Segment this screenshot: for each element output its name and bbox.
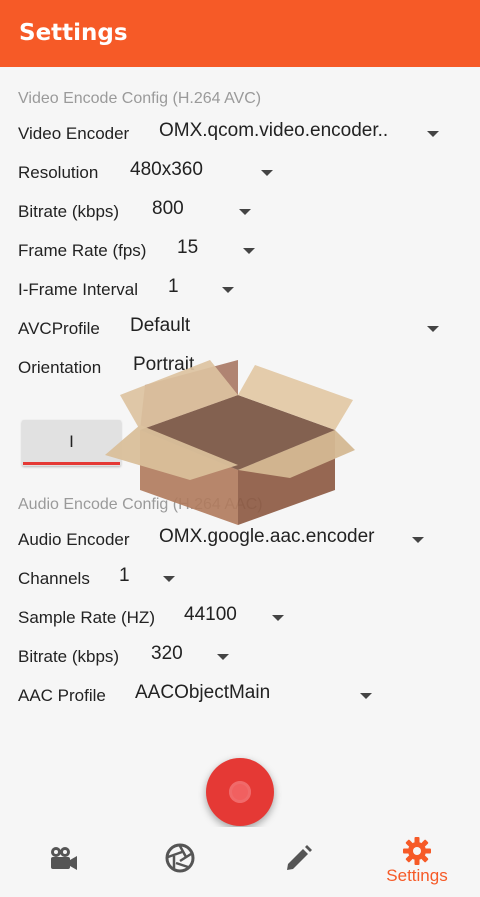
- audio-bitrate-value: 320: [151, 643, 183, 664]
- iframe-interval-row: I-Frame Interval 1: [0, 272, 480, 308]
- iframe-interval-spinner[interactable]: 1: [168, 272, 248, 308]
- chevron-down-icon: [427, 326, 439, 332]
- aac-profile-value: AACObjectMain: [135, 682, 271, 703]
- orientation-label: Orientation: [18, 358, 102, 377]
- gear-icon: [403, 837, 431, 865]
- chevron-down-icon: [412, 537, 424, 543]
- frame-rate-spinner[interactable]: 15: [177, 233, 267, 269]
- video-encoder-spinner[interactable]: OMX.qcom.video.encoder..: [159, 116, 444, 152]
- resolution-label: Resolution: [18, 163, 99, 182]
- sample-rate-label: Sample Rate (HZ): [18, 608, 155, 627]
- pencil-icon: [287, 845, 312, 870]
- page-title: Settings: [19, 20, 128, 46]
- nav-item-video[interactable]: [3, 827, 123, 897]
- avc-profile-label: AVCProfile: [18, 319, 100, 338]
- open-box-icon: [105, 360, 355, 525]
- record-button[interactable]: [206, 758, 274, 826]
- audio-encoder-value: OMX.google.aac.encoder: [159, 526, 375, 547]
- frame-rate-value: 15: [177, 237, 199, 258]
- nav-item-settings[interactable]: Settings: [357, 827, 477, 897]
- audio-bitrate-spinner[interactable]: 320: [151, 639, 236, 675]
- audio-encoder-spinner[interactable]: OMX.google.aac.encoder: [159, 522, 429, 558]
- video-bitrate-spinner[interactable]: 800: [152, 194, 262, 230]
- video-camera-icon: [51, 847, 77, 870]
- channels-label: Channels: [18, 569, 90, 588]
- chevron-down-icon: [243, 248, 255, 254]
- iframe-interval-label: I-Frame Interval: [18, 280, 138, 299]
- nav-item-camera[interactable]: [120, 827, 240, 897]
- video-bitrate-value: 800: [152, 198, 184, 219]
- chevron-down-icon: [272, 615, 284, 621]
- video-encoder-label: Video Encoder: [18, 124, 130, 143]
- bottom-nav: Settings: [0, 827, 480, 897]
- chevron-down-icon: [360, 693, 372, 699]
- video-encoder-value: OMX.qcom.video.encoder..: [159, 120, 389, 141]
- frame-rate-row: Frame Rate (fps) 15: [0, 233, 480, 269]
- resolution-row: Resolution 480x360: [0, 155, 480, 191]
- sample-rate-value: 44100: [184, 604, 237, 625]
- aac-profile-label: AAC Profile: [18, 686, 106, 705]
- video-section-header: Video Encode Config (H.264 AVC): [18, 90, 262, 107]
- sample-rate-spinner[interactable]: 44100: [184, 600, 289, 636]
- channels-row: Channels 1: [0, 561, 480, 597]
- video-bitrate-row: Bitrate (kbps) 800: [0, 194, 480, 230]
- chevron-down-icon: [222, 287, 234, 293]
- channels-spinner[interactable]: 1: [119, 561, 179, 597]
- sample-rate-row: Sample Rate (HZ) 44100: [0, 600, 480, 636]
- audio-bitrate-row: Bitrate (kbps) 320: [0, 639, 480, 675]
- camera-aperture-icon: [165, 843, 195, 873]
- nav-item-edit[interactable]: [238, 827, 358, 897]
- aac-profile-row: AAC Profile AACObjectMain: [0, 678, 480, 714]
- iframe-interval-value: 1: [168, 276, 179, 297]
- resolution-value: 480x360: [130, 159, 203, 180]
- nav-label-settings: Settings: [386, 866, 448, 885]
- app-bar: Settings: [0, 0, 480, 67]
- chevron-down-icon: [239, 209, 251, 215]
- record-icon: [229, 781, 251, 803]
- channels-value: 1: [119, 565, 130, 586]
- audio-encoder-row: Audio Encoder OMX.google.aac.encoder: [0, 522, 480, 558]
- chevron-down-icon: [261, 170, 273, 176]
- chevron-down-icon: [163, 576, 175, 582]
- video-bitrate-label: Bitrate (kbps): [18, 202, 120, 221]
- audio-bitrate-label: Bitrate (kbps): [18, 647, 120, 666]
- chevron-down-icon: [427, 131, 439, 137]
- frame-rate-label: Frame Rate (fps): [18, 241, 147, 260]
- aac-profile-spinner[interactable]: AACObjectMain: [135, 678, 375, 714]
- chevron-down-icon: [217, 654, 229, 660]
- video-encoder-row: Video Encoder OMX.qcom.video.encoder..: [0, 116, 480, 152]
- audio-encoder-label: Audio Encoder: [18, 530, 130, 549]
- resolution-spinner[interactable]: 480x360: [130, 155, 280, 191]
